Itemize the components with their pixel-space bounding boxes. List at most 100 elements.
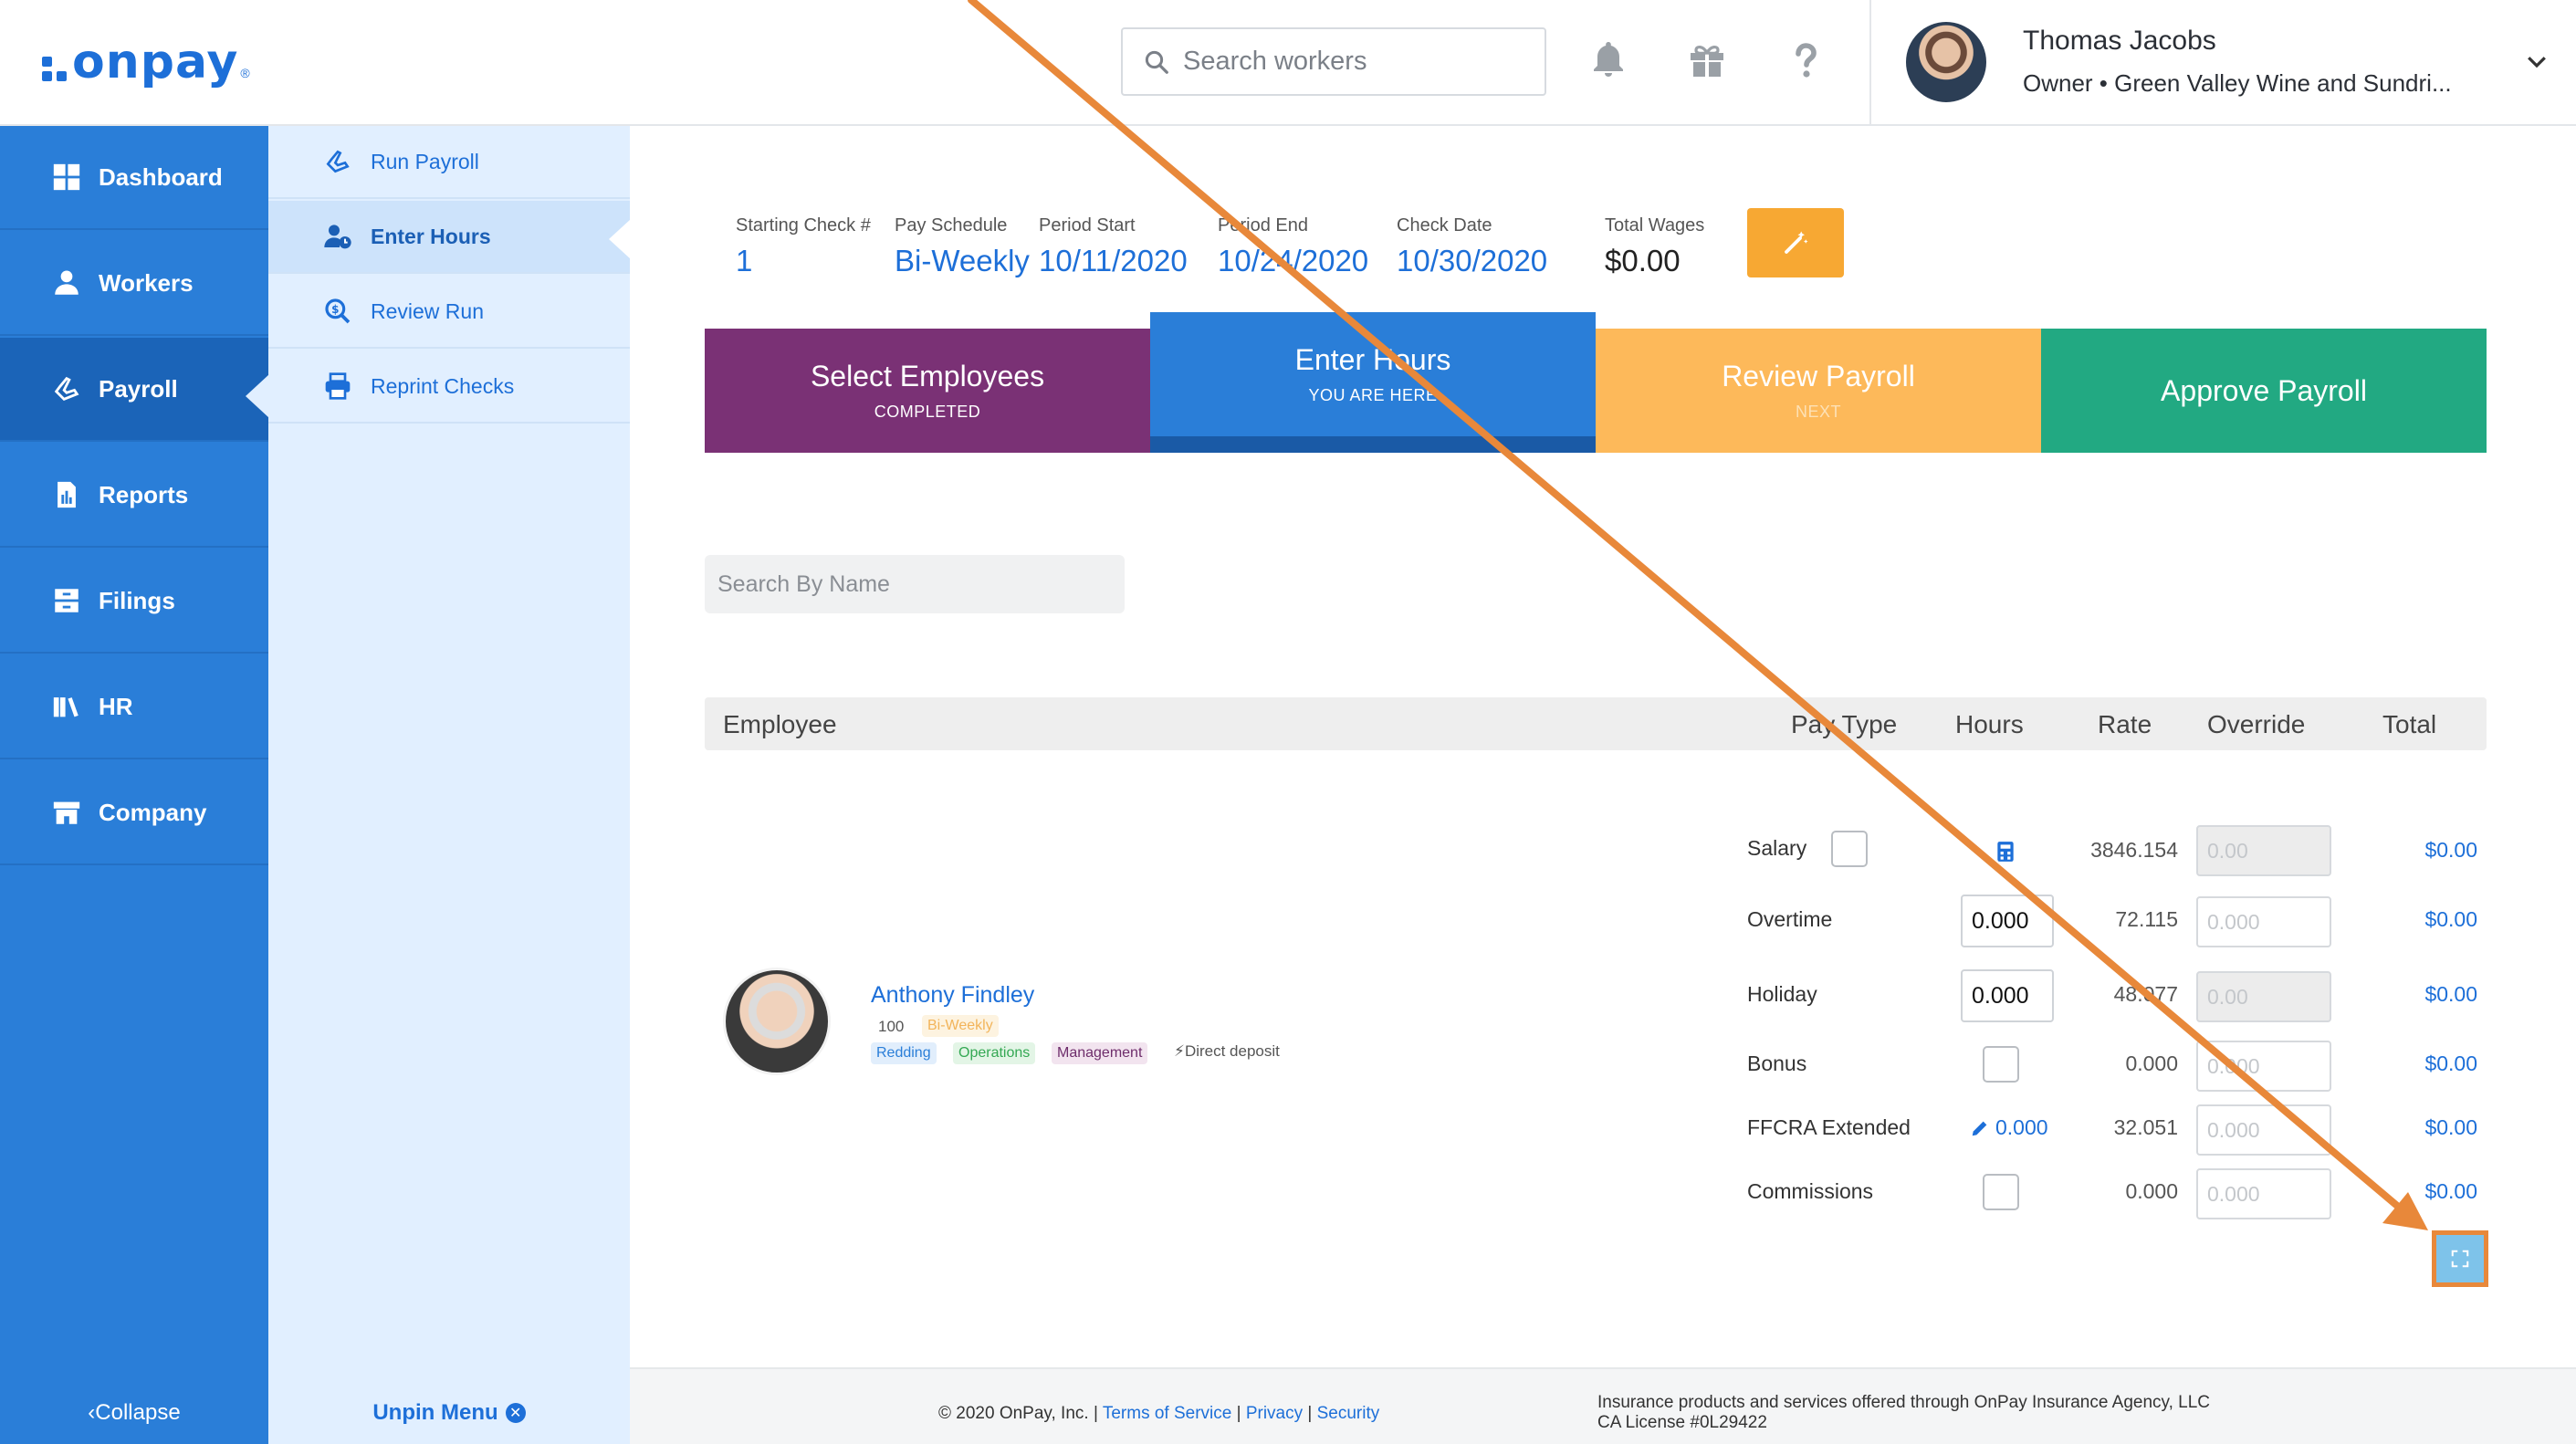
col-total: Total bbox=[2382, 710, 2437, 738]
hours-table-header: Employee Pay Type Hours Rate Override To… bbox=[705, 697, 2487, 750]
rate-value: 0.000 bbox=[2125, 1179, 2178, 1203]
pay-type-label: Bonus bbox=[1747, 1052, 1807, 1075]
sidebar-item-dashboard[interactable]: Dashboard bbox=[0, 126, 268, 230]
user-avatar bbox=[1906, 22, 1986, 102]
submenu-item-enter-hours[interactable]: Enter Hours bbox=[268, 201, 631, 274]
payroll-icon bbox=[326, 150, 350, 173]
search-workers-box[interactable] bbox=[1121, 27, 1546, 96]
user-clock-icon bbox=[324, 225, 351, 249]
pay-schedule-value[interactable]: Bi-Weekly bbox=[895, 244, 1030, 278]
override-input[interactable] bbox=[2196, 1041, 2331, 1092]
expand-icon bbox=[2451, 1250, 2469, 1268]
expand-row-button[interactable] bbox=[2432, 1230, 2488, 1287]
hours-input[interactable] bbox=[1961, 969, 2054, 1022]
sidebar-item-company[interactable]: Company bbox=[0, 761, 268, 865]
security-link[interactable]: Security bbox=[1317, 1404, 1380, 1423]
row-total[interactable]: $0.00 bbox=[2390, 1052, 2477, 1076]
rate-value: 0.000 bbox=[2125, 1052, 2178, 1075]
company-icon bbox=[53, 801, 80, 824]
sidebar-item-filings[interactable]: Filings bbox=[0, 549, 268, 654]
sidebar-item-reports[interactable]: Reports bbox=[0, 444, 268, 548]
row-total[interactable]: $0.00 bbox=[2390, 838, 2477, 863]
override-input[interactable] bbox=[2196, 896, 2331, 947]
onpay-logo[interactable]: onpay ® bbox=[42, 35, 250, 89]
magic-wand-icon bbox=[1785, 231, 1808, 254]
collapse-sidebar-button[interactable]: ‹Collapse bbox=[0, 1400, 268, 1426]
row-total[interactable]: $0.00 bbox=[2390, 907, 2477, 932]
logo-dots-icon bbox=[42, 56, 67, 81]
sidebar-item-workers[interactable]: Workers bbox=[0, 232, 268, 336]
starting-check-value[interactable]: 1 bbox=[736, 244, 871, 278]
location-badge: Redding bbox=[871, 1042, 937, 1064]
period-start-value[interactable]: 10/11/2020 bbox=[1039, 244, 1188, 278]
main-sidebar: Dashboard Workers Payroll Reports Filing… bbox=[0, 126, 269, 1444]
user-name: Thomas Jacobs bbox=[2023, 26, 2216, 56]
rewards-button[interactable] bbox=[1685, 38, 1729, 82]
submenu-item-label: Review Run bbox=[371, 298, 484, 323]
privacy-link[interactable]: Privacy bbox=[1246, 1404, 1303, 1423]
user-account-menu[interactable]: Thomas Jacobs Owner • Green Valley Wine … bbox=[1869, 0, 2576, 124]
sidebar-item-payroll[interactable]: Payroll bbox=[0, 338, 269, 442]
employee-name-link[interactable]: Anthony Findley bbox=[871, 982, 1034, 1009]
pay-type-label: FFCRA Extended bbox=[1747, 1115, 1911, 1139]
sidebar-item-label: Filings bbox=[99, 586, 175, 614]
total-wages-value: $0.00 bbox=[1605, 244, 1681, 277]
question-mark-icon bbox=[1796, 43, 1817, 78]
employee-id: 100 bbox=[878, 1018, 905, 1035]
override-input bbox=[2196, 971, 2331, 1022]
submenu-item-label: Run Payroll bbox=[371, 149, 479, 173]
help-button[interactable] bbox=[1784, 38, 1827, 82]
row-total[interactable]: $0.00 bbox=[2390, 982, 2477, 1007]
submenu-item-run-payroll[interactable]: Run Payroll bbox=[268, 126, 630, 199]
submenu-item-reprint-checks[interactable]: Reprint Checks bbox=[268, 351, 630, 424]
notifications-button[interactable] bbox=[1586, 38, 1630, 82]
search-workers-input[interactable] bbox=[1183, 47, 1539, 77]
logo-text: onpay bbox=[72, 35, 239, 89]
step-approve-payroll[interactable]: Approve Payroll bbox=[2041, 329, 2487, 453]
step-enter-hours[interactable]: Enter Hours YOU ARE HERE bbox=[1150, 312, 1596, 453]
hours-input[interactable] bbox=[1961, 895, 2054, 947]
bonus-checkbox[interactable] bbox=[1983, 1046, 2019, 1083]
sidebar-item-label: Payroll bbox=[99, 374, 178, 403]
override-input bbox=[2196, 825, 2331, 876]
sidebar-item-label: Reports bbox=[99, 480, 189, 508]
printer-icon bbox=[325, 372, 351, 400]
filings-icon bbox=[55, 589, 79, 612]
row-total[interactable]: $0.00 bbox=[2390, 1115, 2477, 1140]
sidebar-item-label: Company bbox=[99, 798, 207, 826]
period-end-value[interactable]: 10/24/2020 bbox=[1218, 244, 1368, 278]
pay-schedule-info: Pay Schedule Bi-Weekly bbox=[895, 215, 1030, 278]
override-input[interactable] bbox=[2196, 1168, 2331, 1219]
auto-fill-button[interactable] bbox=[1747, 208, 1844, 277]
dashboard-icon bbox=[53, 163, 80, 191]
submenu-item-review-run[interactable]: $ Review Run bbox=[268, 276, 630, 349]
search-by-name-input[interactable] bbox=[705, 555, 1125, 613]
step-select-employees[interactable]: Select Employees COMPLETED bbox=[705, 329, 1150, 453]
check-date-value[interactable]: 10/30/2020 bbox=[1397, 244, 1547, 278]
calculator-icon[interactable] bbox=[1994, 840, 2017, 863]
sidebar-item-label: Workers bbox=[99, 268, 194, 297]
terms-of-service-link[interactable]: Terms of Service bbox=[1103, 1404, 1231, 1423]
search-icon bbox=[1145, 50, 1168, 74]
chevron-down-icon[interactable] bbox=[2523, 47, 2550, 75]
rate-value: 72.115 bbox=[2115, 907, 2178, 931]
unpin-menu-button[interactable]: Unpin Menu ✕ bbox=[268, 1400, 630, 1426]
current-step-bar bbox=[1150, 436, 1596, 453]
col-rate: Rate bbox=[2098, 710, 2152, 738]
pay-type-label: Overtime bbox=[1747, 907, 1833, 931]
sidebar-item-hr[interactable]: HR bbox=[0, 655, 268, 759]
override-input[interactable] bbox=[2196, 1104, 2331, 1156]
footer-links: © 2020 OnPay, Inc. | Terms of Service | … bbox=[938, 1404, 1380, 1423]
row-total[interactable]: $0.00 bbox=[2390, 1179, 2477, 1204]
pencil-icon bbox=[1972, 1121, 1987, 1135]
commissions-checkbox[interactable] bbox=[1983, 1174, 2019, 1210]
user-role-company: Owner • Green Valley Wine and Sundri... bbox=[2023, 69, 2452, 97]
logo-registered-mark: ® bbox=[240, 66, 250, 80]
close-circle-icon: ✕ bbox=[505, 1403, 526, 1423]
step-review-payroll[interactable]: Review Payroll NEXT bbox=[1596, 329, 2041, 453]
salary-checkbox[interactable] bbox=[1831, 831, 1868, 867]
col-hours: Hours bbox=[1955, 710, 2024, 738]
ffcra-hours-edit[interactable]: 0.000 bbox=[1970, 1115, 2048, 1140]
role-badge: Management bbox=[1052, 1042, 1148, 1064]
total-wages-info: Total Wages $0.00 bbox=[1605, 215, 1705, 277]
